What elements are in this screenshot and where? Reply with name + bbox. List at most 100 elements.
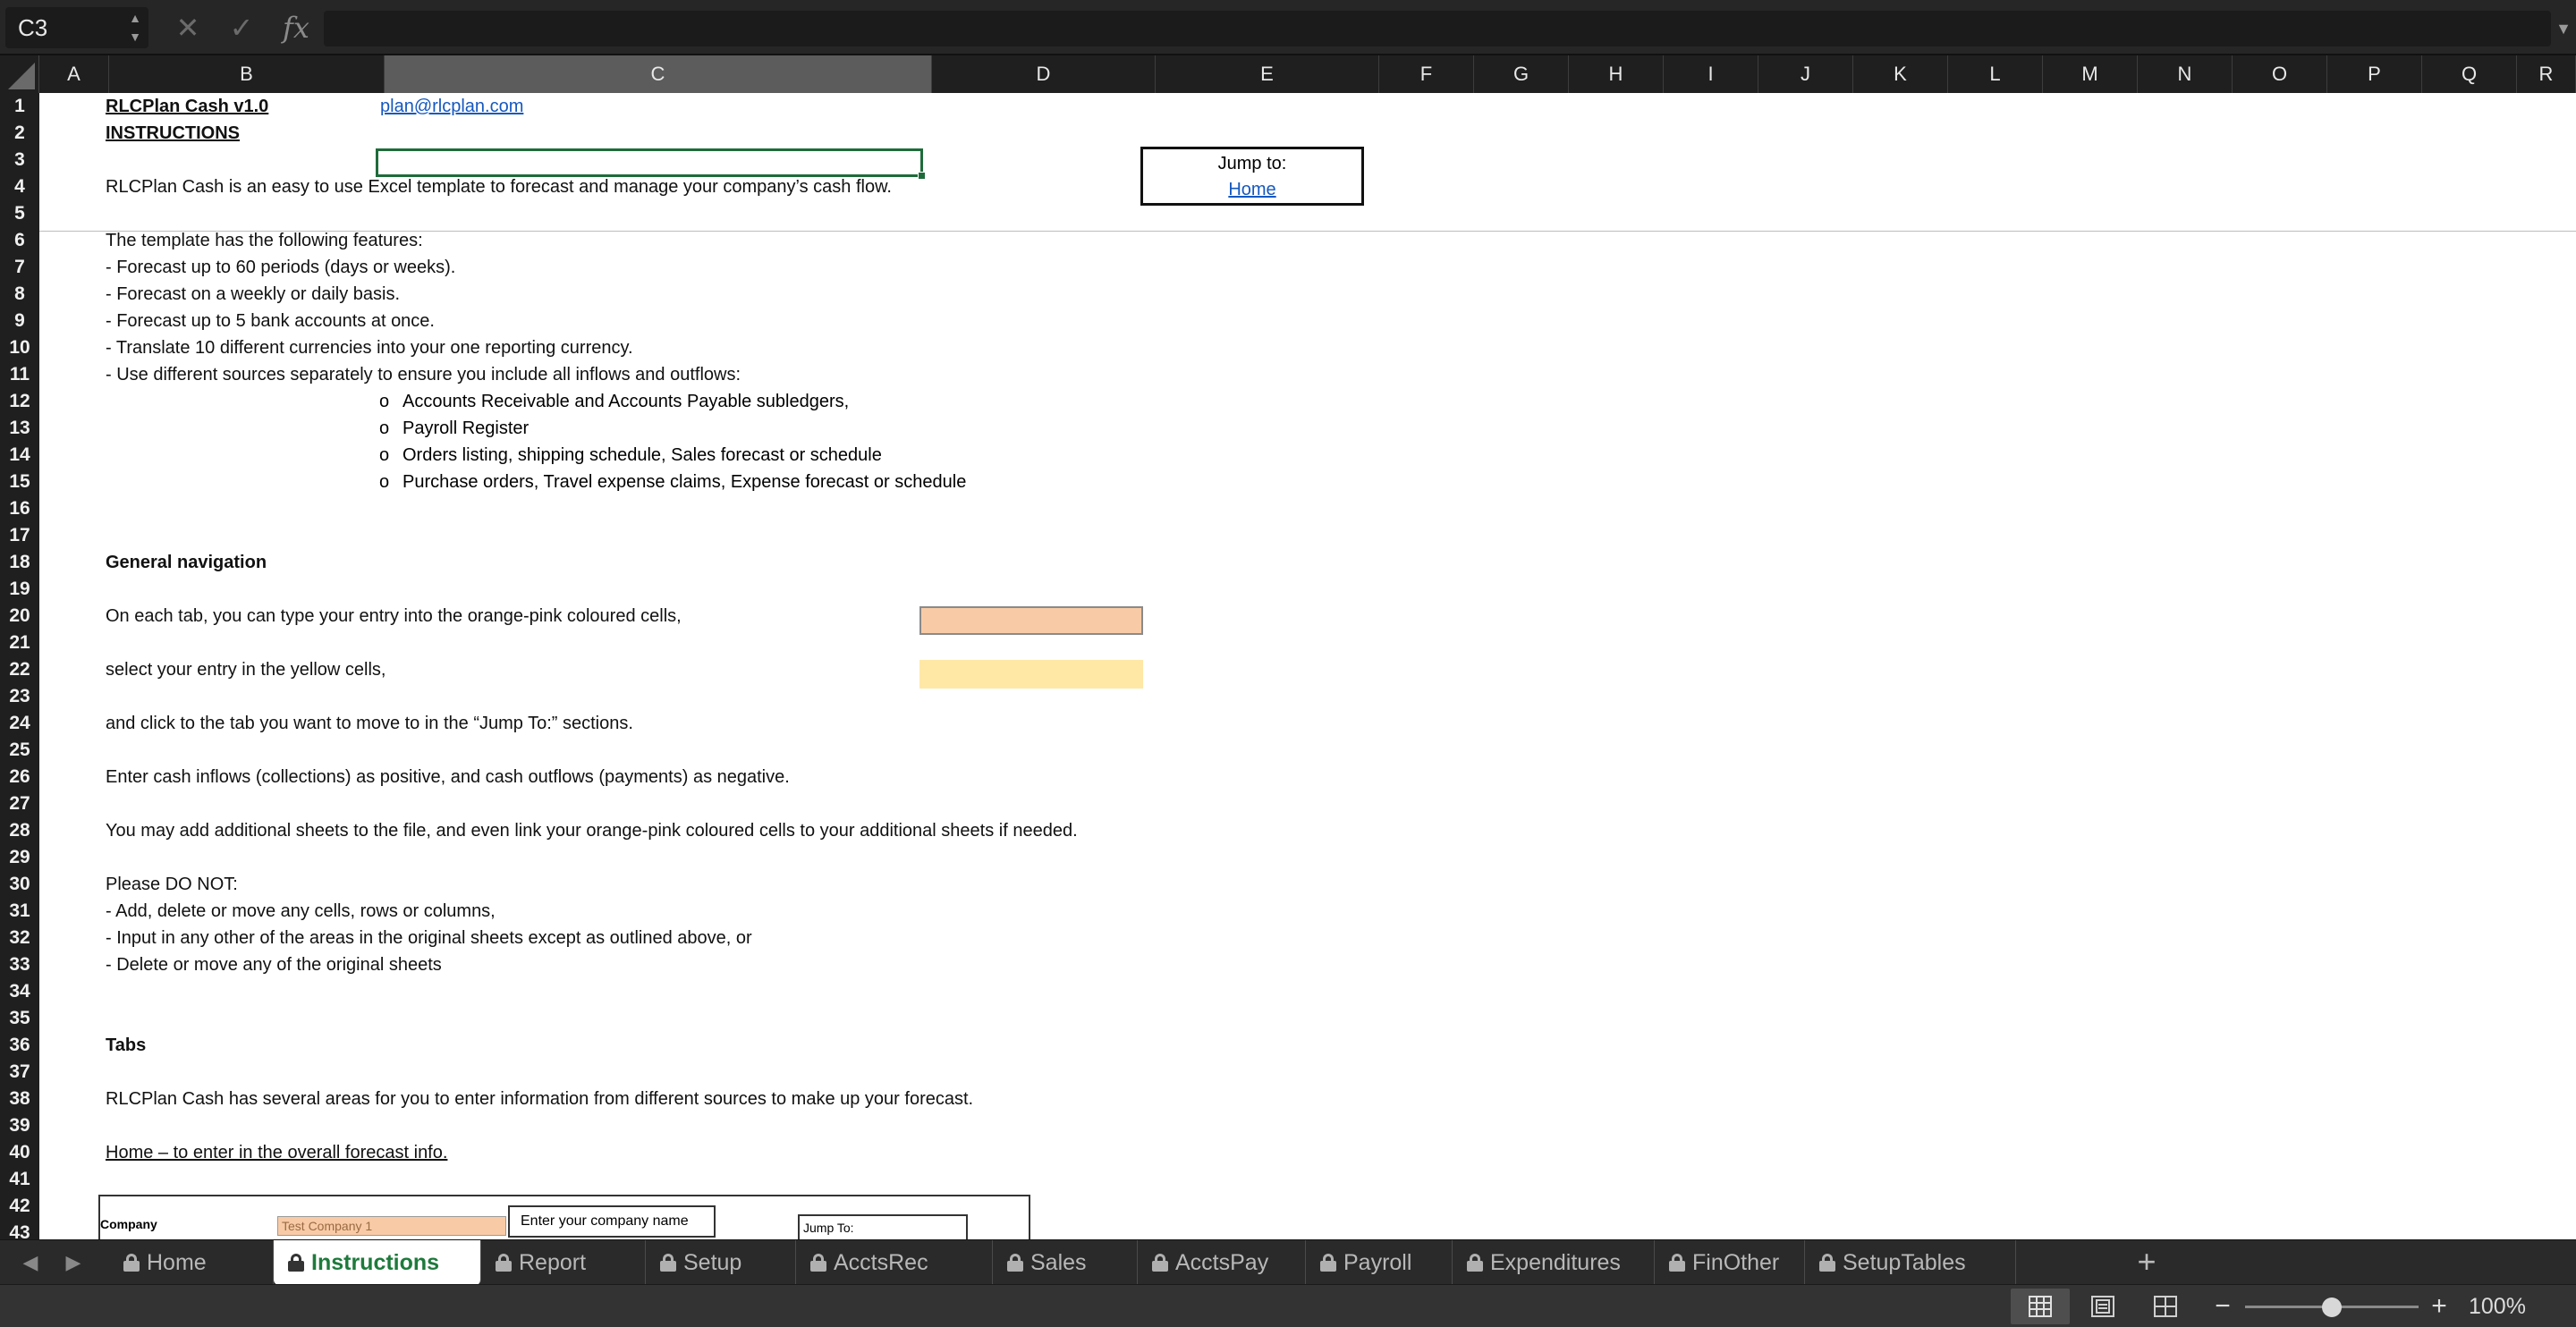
row-header-10[interactable]: 10 bbox=[0, 334, 39, 361]
row-header-13[interactable]: 13 bbox=[0, 415, 39, 442]
column-header-m[interactable]: M bbox=[2043, 55, 2138, 93]
source-item[interactable]: Payroll Register bbox=[402, 415, 529, 442]
row-header-20[interactable]: 20 bbox=[0, 603, 39, 630]
feature-item[interactable]: - Forecast up to 5 bank accounts at once… bbox=[106, 308, 435, 334]
donot-item[interactable]: - Delete or move any of the original she… bbox=[106, 951, 442, 978]
source-item[interactable]: Accounts Receivable and Accounts Payable… bbox=[402, 388, 849, 415]
column-header-q[interactable]: Q bbox=[2422, 55, 2517, 93]
row-header-6[interactable]: 6 bbox=[0, 227, 39, 254]
column-header-l[interactable]: L bbox=[1948, 55, 2043, 93]
row-header-36[interactable]: 36 bbox=[0, 1032, 39, 1059]
tab-scroll-right-icon[interactable]: ▶ bbox=[55, 1240, 91, 1285]
column-header-k[interactable]: K bbox=[1853, 55, 1948, 93]
donot-item[interactable]: - Add, delete or move any cells, rows or… bbox=[106, 898, 496, 925]
row-header-35[interactable]: 35 bbox=[0, 1005, 39, 1032]
tab-scroll-left-icon[interactable]: ◀ bbox=[13, 1240, 48, 1285]
row-header-24[interactable]: 24 bbox=[0, 710, 39, 737]
row-header-15[interactable]: 15 bbox=[0, 469, 39, 495]
column-header-n[interactable]: N bbox=[2138, 55, 2233, 93]
feature-item[interactable]: - Forecast up to 60 periods (days or wee… bbox=[106, 254, 455, 281]
tab-payroll[interactable]: Payroll bbox=[1306, 1240, 1453, 1285]
tab-setup[interactable]: Setup bbox=[646, 1240, 796, 1285]
tab-expenditures[interactable]: Expenditures bbox=[1453, 1240, 1655, 1285]
row-header-3[interactable]: 3 bbox=[0, 147, 39, 173]
row-header-18[interactable]: 18 bbox=[0, 549, 39, 576]
row-header-34[interactable]: 34 bbox=[0, 978, 39, 1005]
row-header-42[interactable]: 42 bbox=[0, 1193, 39, 1220]
donot-item[interactable]: - Input in any other of the areas in the… bbox=[106, 925, 752, 951]
cell-b1-title[interactable]: RLCPlan Cash v1.0 bbox=[106, 93, 268, 120]
column-header-e[interactable]: E bbox=[1156, 55, 1379, 93]
normal-view-button[interactable] bbox=[2011, 1289, 2070, 1324]
column-header-h[interactable]: H bbox=[1569, 55, 1664, 93]
cancel-icon[interactable]: ✕ bbox=[170, 9, 206, 46]
orange-input-sample-cell[interactable] bbox=[919, 606, 1143, 635]
row-header-31[interactable]: 31 bbox=[0, 898, 39, 925]
nav-sheets-text[interactable]: You may add additional sheets to the fil… bbox=[106, 817, 1078, 844]
source-item[interactable]: Orders listing, shipping schedule, Sales… bbox=[402, 442, 882, 469]
add-sheet-button[interactable]: + bbox=[2120, 1240, 2174, 1285]
jump-to-home-link[interactable]: Home bbox=[1143, 177, 1361, 202]
row-header-29[interactable]: 29 bbox=[0, 844, 39, 871]
row-header-33[interactable]: 33 bbox=[0, 951, 39, 978]
row-header-32[interactable]: 32 bbox=[0, 925, 39, 951]
tab-finother[interactable]: FinOther bbox=[1655, 1240, 1805, 1285]
zoom-in-button[interactable]: + bbox=[2426, 1289, 2453, 1324]
tabs-heading[interactable]: Tabs bbox=[106, 1032, 146, 1059]
row-header-1[interactable]: 1 bbox=[0, 93, 39, 120]
row-header-21[interactable]: 21 bbox=[0, 630, 39, 656]
row-header-22[interactable]: 22 bbox=[0, 656, 39, 683]
column-header-j[interactable]: J bbox=[1758, 55, 1853, 93]
nav-cash-text[interactable]: Enter cash inflows (collections) as posi… bbox=[106, 764, 790, 790]
tab-acctspay[interactable]: AcctsPay bbox=[1138, 1240, 1306, 1285]
zoom-slider-thumb[interactable] bbox=[2322, 1297, 2342, 1317]
tab-home[interactable]: Home bbox=[109, 1240, 274, 1285]
row-header-12[interactable]: 12 bbox=[0, 388, 39, 415]
row-header-11[interactable]: 11 bbox=[0, 361, 39, 388]
row-header-17[interactable]: 17 bbox=[0, 522, 39, 549]
row-header-28[interactable]: 28 bbox=[0, 817, 39, 844]
row-header-39[interactable]: 39 bbox=[0, 1112, 39, 1139]
row-header-23[interactable]: 23 bbox=[0, 683, 39, 710]
row-header-8[interactable]: 8 bbox=[0, 281, 39, 308]
row-header-40[interactable]: 40 bbox=[0, 1139, 39, 1166]
column-header-b[interactable]: B bbox=[109, 55, 385, 93]
row-header-26[interactable]: 26 bbox=[0, 764, 39, 790]
column-header-g[interactable]: G bbox=[1474, 55, 1569, 93]
fill-handle[interactable] bbox=[918, 172, 926, 180]
source-item[interactable]: Purchase orders, Travel expense claims, … bbox=[402, 469, 966, 495]
column-header-r[interactable]: R bbox=[2517, 55, 2576, 93]
confirm-icon[interactable]: ✓ bbox=[224, 9, 259, 46]
tabs-intro-text[interactable]: RLCPlan Cash has several areas for you t… bbox=[106, 1086, 973, 1112]
donot-heading[interactable]: Please DO NOT: bbox=[106, 871, 238, 898]
row-header-7[interactable]: 7 bbox=[0, 254, 39, 281]
name-box-stepper[interactable]: ▲ ▼ bbox=[125, 9, 145, 46]
feature-item[interactable]: - Use different sources separately to en… bbox=[106, 361, 741, 388]
formula-input[interactable] bbox=[324, 11, 2551, 46]
page-layout-view-button[interactable] bbox=[2073, 1289, 2132, 1324]
row-header-38[interactable]: 38 bbox=[0, 1086, 39, 1112]
row-header-4[interactable]: 4 bbox=[0, 173, 39, 200]
row-header-2[interactable]: 2 bbox=[0, 120, 39, 147]
row-header-14[interactable]: 14 bbox=[0, 442, 39, 469]
row-header-37[interactable]: 37 bbox=[0, 1059, 39, 1086]
tab-instructions[interactable]: Instructions bbox=[274, 1240, 481, 1285]
home-description[interactable]: Home – to enter in the overall forecast … bbox=[106, 1139, 447, 1166]
row-header-43[interactable]: 43 bbox=[0, 1220, 39, 1239]
page-break-view-button[interactable] bbox=[2136, 1289, 2195, 1324]
chevron-down-icon[interactable]: ▼ bbox=[125, 28, 145, 46]
feature-item[interactable]: - Translate 10 different currencies into… bbox=[106, 334, 633, 361]
row-header-27[interactable]: 27 bbox=[0, 790, 39, 817]
general-navigation-heading[interactable]: General navigation bbox=[106, 549, 267, 576]
nav-orange-text[interactable]: On each tab, you can type your entry int… bbox=[106, 603, 682, 630]
column-header-i[interactable]: I bbox=[1664, 55, 1758, 93]
row-header-25[interactable]: 25 bbox=[0, 737, 39, 764]
function-icon[interactable]: fx bbox=[275, 9, 317, 46]
tab-setuptables[interactable]: SetupTables bbox=[1805, 1240, 2016, 1285]
row-header-9[interactable]: 9 bbox=[0, 308, 39, 334]
yellow-select-sample-cell[interactable] bbox=[919, 660, 1143, 689]
cell-b6-features-heading[interactable]: The template has the following features: bbox=[106, 227, 423, 254]
cell-c1-email-link[interactable]: plan@rlcplan.com bbox=[380, 93, 523, 120]
zoom-level[interactable]: 100% bbox=[2469, 1289, 2558, 1324]
nav-yellow-text[interactable]: select your entry in the yellow cells, bbox=[106, 656, 386, 683]
